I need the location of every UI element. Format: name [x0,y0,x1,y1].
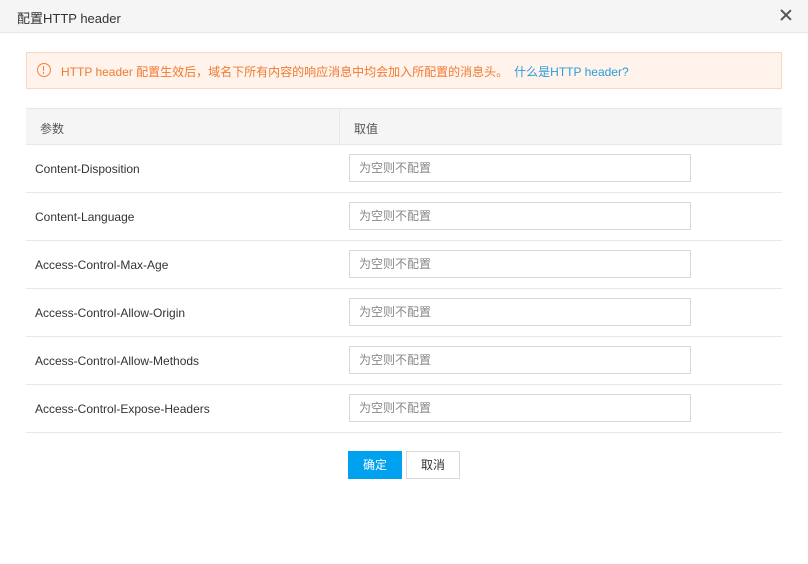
table-row: Access-Control-Max-Age [26,241,782,289]
param-name: Access-Control-Allow-Origin [35,306,186,320]
alert-message: HTTP header 配置生效后，域名下所有内容的响应消息中均会加入所配置的消… [61,63,629,80]
table-row: Access-Control-Expose-Headers [26,385,782,433]
table-header: 参数 取值 [26,108,782,145]
param-name: Content-Disposition [35,162,140,176]
access-control-max-age-input[interactable] [349,250,691,278]
table-row: Content-Language [26,193,782,241]
column-header-param: 参数 [40,122,65,136]
dialog-title: 配置HTTP header [17,11,121,26]
warning-circle-icon [37,63,51,77]
access-control-expose-headers-input[interactable] [349,394,691,422]
http-header-dialog: 配置HTTP header HTTP header 配置生效后，域名下所有内容的… [0,0,808,564]
info-alert: HTTP header 配置生效后，域名下所有内容的响应消息中均会加入所配置的消… [26,52,782,89]
access-control-allow-methods-input[interactable] [349,346,691,374]
dialog-header: 配置HTTP header [0,0,808,33]
alert-text: HTTP header 配置生效后，域名下所有内容的响应消息中均会加入所配置的消… [61,65,509,79]
column-header-value: 取值 [354,122,379,136]
help-link[interactable]: 什么是HTTP header? [514,65,629,79]
param-name: Content-Language [35,210,135,224]
param-name: Access-Control-Expose-Headers [35,402,210,416]
table-row: Access-Control-Allow-Origin [26,289,782,337]
access-control-allow-origin-input[interactable] [349,298,691,326]
table-row: Content-Disposition [26,145,782,193]
confirm-button[interactable]: 确定 [348,451,402,479]
cancel-button[interactable]: 取消 [406,451,460,479]
content-disposition-input[interactable] [349,154,691,182]
header-table: 参数 取值 Content-Disposition Content-Langua… [26,108,782,433]
content-language-input[interactable] [349,202,691,230]
close-icon[interactable] [778,7,794,23]
table-row: Access-Control-Allow-Methods [26,337,782,385]
column-divider [339,109,340,145]
param-name: Access-Control-Max-Age [35,258,169,272]
param-name: Access-Control-Allow-Methods [35,354,200,368]
